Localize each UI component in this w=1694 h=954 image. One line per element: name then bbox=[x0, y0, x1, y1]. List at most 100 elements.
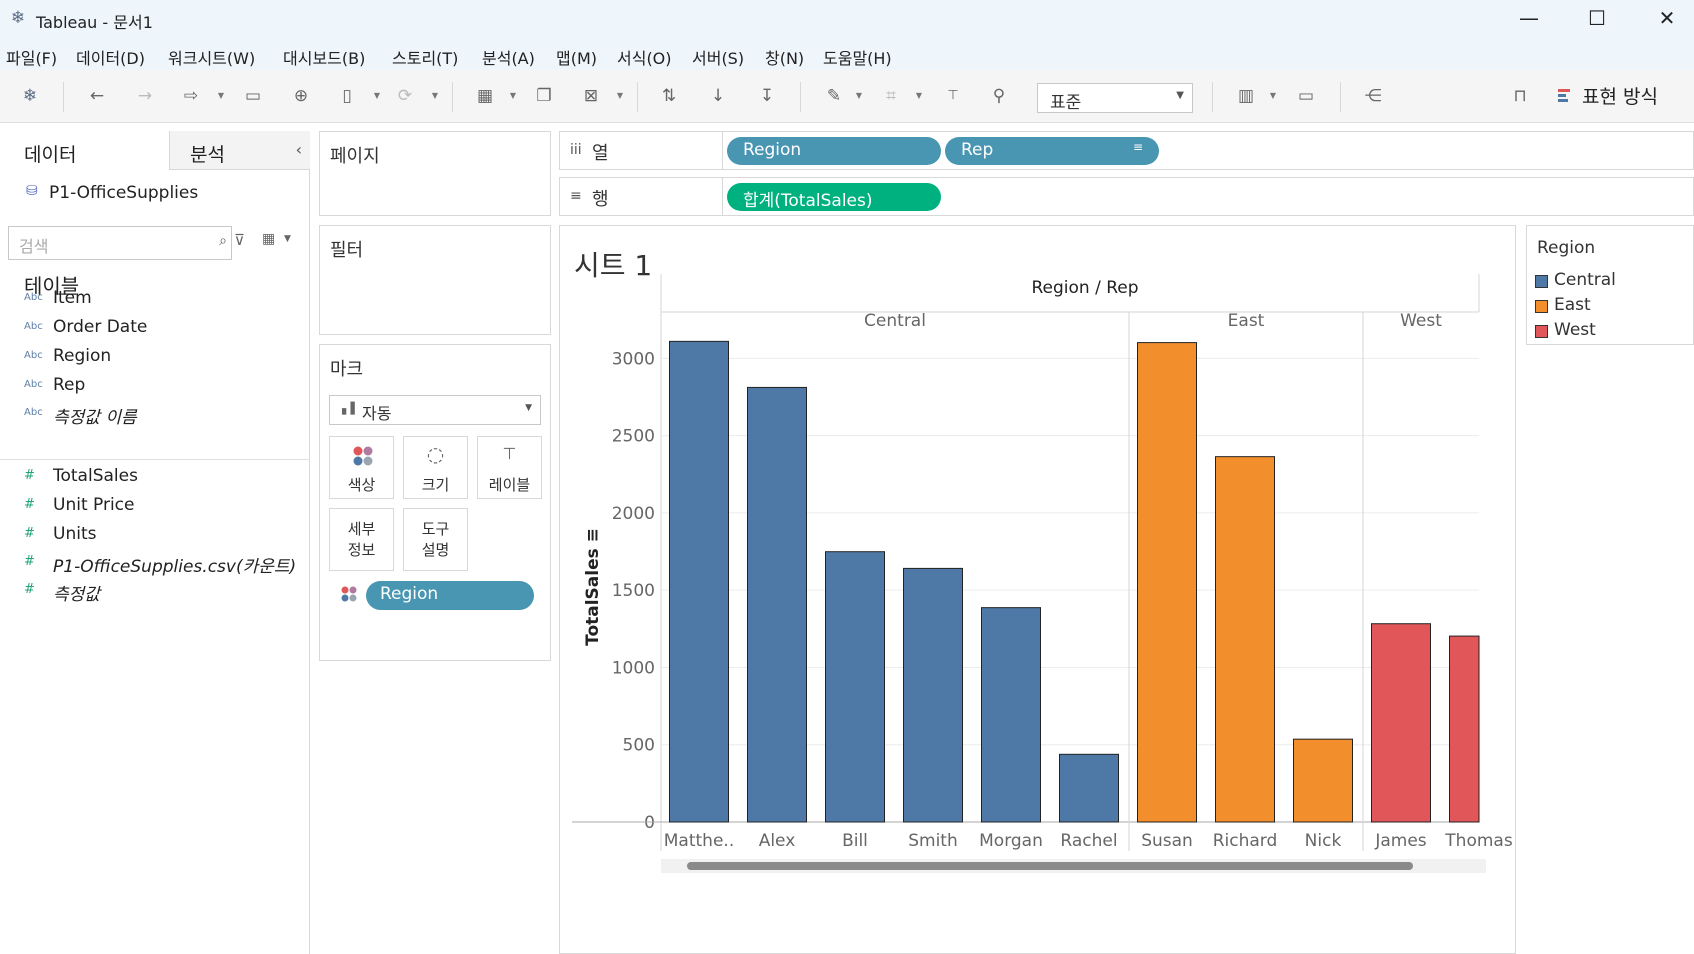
tab-analytics[interactable]: 분석 ‹ bbox=[169, 131, 310, 170]
y-axis-label: TotalSales ≡ bbox=[583, 528, 603, 646]
menu-dashboard[interactable]: 대시보드(B) bbox=[283, 45, 365, 69]
chevron-down-icon[interactable]: ▼ bbox=[284, 234, 291, 244]
bar-chart[interactable]: Region / Rep 0 500 1000 1500 2000 2500 3000 Tota… bbox=[560, 226, 1515, 953]
scrollbar-thumb[interactable] bbox=[687, 862, 1413, 870]
pill-label: Rep bbox=[961, 140, 994, 160]
y-tick-label: 3000 bbox=[612, 349, 655, 369]
legend-label: East bbox=[1554, 295, 1591, 315]
pin-icon[interactable]: ⚲ bbox=[986, 83, 1012, 109]
bar-matthe[interactable] bbox=[669, 340, 729, 823]
mark-type-value: 자동 bbox=[362, 404, 392, 423]
tab-data-label: 데이터 bbox=[24, 144, 77, 166]
collapse-pane-icon[interactable]: ‹ bbox=[296, 140, 302, 159]
undo-icon[interactable]: ← bbox=[84, 83, 110, 109]
tooltip-button[interactable]: 도구 설명 bbox=[403, 508, 468, 571]
minimize-button[interactable]: — bbox=[1502, 2, 1556, 34]
menu-help[interactable]: 도움말(H) bbox=[823, 45, 892, 69]
size-button[interactable]: ◌ 크기 bbox=[403, 436, 468, 499]
swap-axes-icon[interactable]: ⇅ bbox=[656, 83, 682, 109]
bar-rachel[interactable] bbox=[1059, 753, 1119, 823]
color-button[interactable]: 색상 bbox=[329, 436, 394, 499]
field-label: TotalSales bbox=[53, 466, 138, 486]
pause-dropdown-icon[interactable]: ▼ bbox=[372, 83, 382, 109]
fit-select[interactable]: 표준 ▼ bbox=[1037, 83, 1193, 113]
presentation-icon[interactable]: ▭ bbox=[1293, 83, 1319, 109]
bar-smith[interactable] bbox=[903, 567, 963, 823]
highlight-dropdown-icon[interactable]: ▼ bbox=[854, 83, 864, 109]
menu-analysis[interactable]: 분석(A) bbox=[482, 45, 535, 69]
format-painter-icon[interactable]: ⊓ bbox=[1507, 83, 1533, 109]
duplicate-sheet-icon[interactable]: ❐ bbox=[531, 83, 557, 109]
detail-button[interactable]: 세부 정보 bbox=[329, 508, 394, 571]
new-worksheet-dropdown-icon[interactable]: ▼ bbox=[508, 83, 518, 109]
menu-story[interactable]: 스토리(T) bbox=[392, 45, 458, 69]
clear-dropdown-icon[interactable]: ▼ bbox=[615, 83, 625, 109]
color-label: 색상 bbox=[347, 476, 376, 494]
highlight-icon[interactable]: ✎ bbox=[821, 83, 847, 109]
rows-icon: ≡ bbox=[570, 188, 582, 204]
measure-icon: # bbox=[24, 526, 35, 541]
size-icon: ◌ bbox=[426, 442, 445, 466]
filters-card[interactable]: 필터 bbox=[319, 225, 551, 335]
view-options-icon[interactable]: ▦ bbox=[262, 231, 275, 247]
totalsales-pill[interactable]: 합계(TotalSales) bbox=[727, 183, 941, 211]
replay-dropdown-icon[interactable]: ▼ bbox=[216, 83, 226, 109]
bar-bill[interactable] bbox=[825, 551, 885, 823]
bar-morgan[interactable] bbox=[981, 607, 1041, 823]
toolbar-separator bbox=[637, 82, 638, 112]
datasource-icon: ⛁ bbox=[26, 183, 38, 199]
cards-icon[interactable]: ▥ bbox=[1233, 83, 1259, 109]
refresh-icon[interactable]: ⟳ bbox=[392, 83, 418, 109]
field-label: Rep bbox=[53, 375, 86, 395]
menu-format[interactable]: 서식(O) bbox=[617, 45, 672, 69]
bar-nick[interactable] bbox=[1293, 738, 1353, 823]
redo-icon[interactable]: → bbox=[132, 83, 158, 109]
label-icon[interactable]: ⊤ bbox=[940, 83, 966, 109]
field-label: Order Date bbox=[53, 317, 148, 337]
cards-dropdown-icon[interactable]: ▼ bbox=[1268, 83, 1278, 109]
x-tick-label: Alex bbox=[759, 831, 796, 851]
region-pill[interactable]: Region bbox=[727, 137, 941, 165]
search-input[interactable]: 검색 ⌕ bbox=[8, 226, 232, 260]
close-button[interactable]: ✕ bbox=[1640, 2, 1694, 34]
color-legend[interactable]: Region Central East West bbox=[1526, 225, 1694, 345]
share-icon[interactable]: ⋲ bbox=[1360, 83, 1386, 109]
group-icon[interactable]: ⌗ bbox=[878, 83, 904, 109]
toolbar-separator bbox=[452, 82, 453, 112]
menu-map[interactable]: 맵(M) bbox=[556, 45, 597, 69]
color-encoding-icon bbox=[341, 586, 357, 602]
menu-file[interactable]: 파일(F) bbox=[6, 45, 57, 69]
filter-icon[interactable]: ⊽ bbox=[234, 231, 245, 249]
tab-data[interactable]: 데이터 bbox=[0, 131, 169, 170]
rep-pill[interactable]: Rep ≡ bbox=[945, 137, 1159, 165]
marks-region-pill[interactable]: Region bbox=[366, 581, 534, 610]
save-icon[interactable]: ▭ bbox=[240, 83, 266, 109]
columns-shelf[interactable]: iii 열 Region Rep ≡ bbox=[559, 131, 1694, 170]
rows-shelf[interactable]: ≡ 행 합계(TotalSales) bbox=[559, 177, 1694, 216]
group-dropdown-icon[interactable]: ▼ bbox=[914, 83, 924, 109]
new-worksheet-icon[interactable]: ▦ bbox=[472, 83, 498, 109]
refresh-dropdown-icon[interactable]: ▼ bbox=[430, 83, 440, 109]
bar-james[interactable] bbox=[1371, 623, 1431, 823]
bar-thomas[interactable] bbox=[1449, 635, 1480, 823]
bar-alex[interactable] bbox=[747, 386, 807, 823]
worksheet-view[interactable]: 시트 1 Region / Rep 0 500 1000 1500 2000 2500 300… bbox=[559, 225, 1516, 954]
label-button[interactable]: ⊤ 레이블 bbox=[477, 436, 542, 499]
menu-worksheet[interactable]: 워크시트(W) bbox=[168, 45, 255, 69]
menu-server[interactable]: 서버(S) bbox=[692, 45, 744, 69]
datasource-name[interactable]: P1-OfficeSupplies bbox=[49, 183, 198, 203]
mark-type-select[interactable]: ▖▌ 자동 ▼ bbox=[329, 395, 541, 425]
menu-data[interactable]: 데이터(D) bbox=[76, 45, 145, 69]
menu-window[interactable]: 창(N) bbox=[765, 45, 804, 69]
bar-susan[interactable] bbox=[1137, 342, 1197, 823]
pause-updates-icon[interactable]: ▯ bbox=[334, 83, 360, 109]
replay-icon[interactable]: ⇨ bbox=[178, 83, 204, 109]
sort-ascending-icon[interactable]: ↓ bbox=[705, 83, 731, 109]
sort-descending-icon[interactable]: ↧ bbox=[754, 83, 780, 109]
pages-card[interactable]: 페이지 bbox=[319, 131, 551, 216]
clear-sheet-icon[interactable]: ⊠ bbox=[578, 83, 604, 109]
bar-richard[interactable] bbox=[1215, 456, 1275, 823]
new-datasource-icon[interactable]: ⊕ bbox=[288, 83, 314, 109]
maximize-button[interactable]: ☐ bbox=[1570, 2, 1624, 34]
tableau-logo-icon[interactable]: ❄ bbox=[17, 83, 43, 109]
